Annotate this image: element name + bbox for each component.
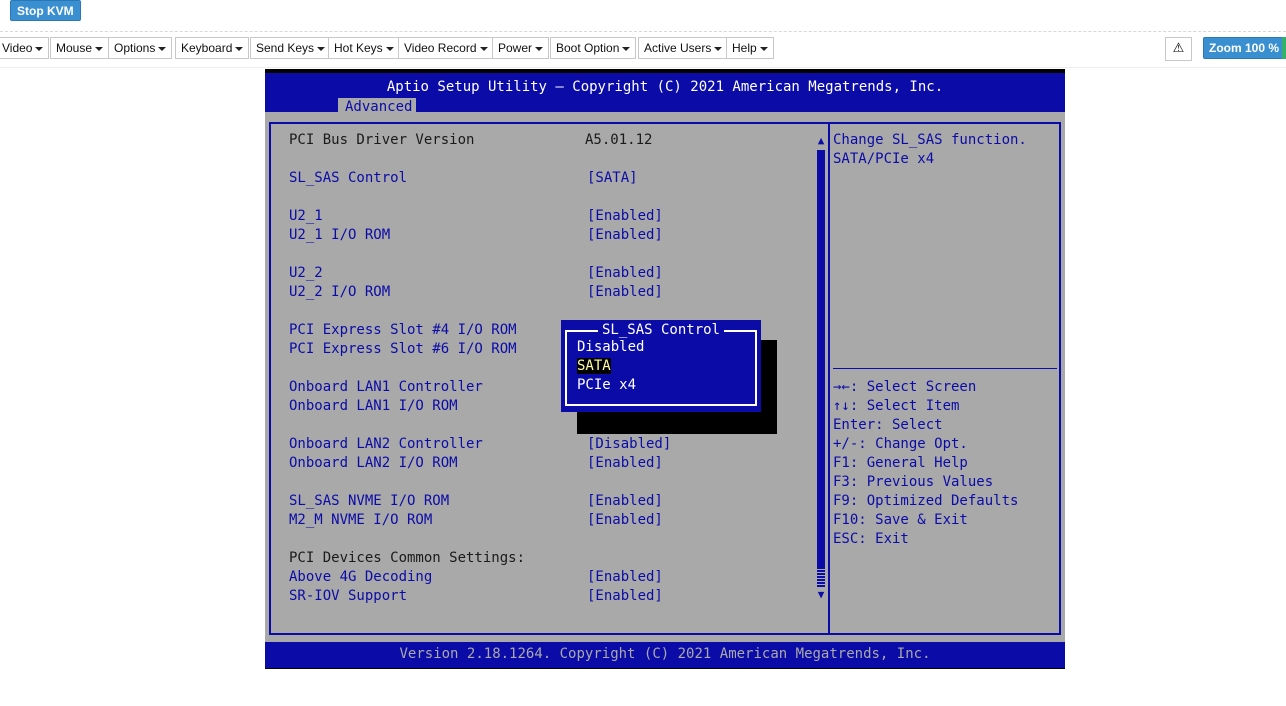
kvm-screen[interactable]: Aptio Setup Utility – Copyright (C) 2021… bbox=[265, 69, 1065, 669]
key-help-item: +/-: Change Opt. bbox=[833, 436, 968, 452]
setting-label[interactable]: Above 4G Decoding bbox=[289, 568, 432, 587]
chevron-down-icon bbox=[479, 46, 488, 51]
key-help-item: F9: Optimized Defaults bbox=[833, 493, 1019, 509]
help-divider bbox=[833, 368, 1057, 369]
popup-option-label: SATA bbox=[577, 358, 611, 374]
chevron-down-icon bbox=[714, 46, 723, 51]
setting-value[interactable]: [Disabled] bbox=[587, 435, 671, 454]
setting-value[interactable]: [Enabled] bbox=[587, 264, 663, 283]
popup-option-pcie-x4[interactable]: PCIe x4 bbox=[577, 376, 636, 395]
setting-value: A5.01.12 bbox=[585, 132, 653, 148]
setting-label[interactable]: PCI Express Slot #4 I/O ROM bbox=[289, 321, 517, 340]
toolbar-bottom-divider bbox=[0, 67, 1286, 68]
setting-value[interactable]: [Enabled] bbox=[587, 568, 663, 587]
chevron-down-icon bbox=[622, 46, 631, 51]
menu-active-users[interactable]: Active Users bbox=[638, 37, 729, 59]
popup-option-label: Disabled bbox=[577, 339, 645, 355]
setting-label[interactable]: Onboard LAN2 Controller bbox=[289, 435, 483, 454]
section-heading: PCI Devices Common Settings: bbox=[289, 550, 526, 566]
menu-mouse-label: Mouse bbox=[56, 41, 93, 55]
key-help-item: F10: Save & Exit bbox=[833, 512, 968, 528]
menu-boot-option[interactable]: Boot Option bbox=[550, 37, 637, 59]
menu-options-label: Options bbox=[114, 41, 156, 55]
chevron-down-icon bbox=[317, 46, 326, 51]
key-help-item: →←: Select Screen bbox=[833, 379, 977, 395]
menu-power-label: Power bbox=[498, 41, 533, 55]
chevron-down-icon bbox=[235, 46, 244, 51]
setting-label[interactable]: Onboard LAN2 I/O ROM bbox=[289, 454, 458, 473]
bios-body: PCI Bus Driver Version A5.01.12 SL_SAS C… bbox=[265, 112, 1065, 642]
setting-label[interactable]: Onboard LAN1 I/O ROM bbox=[289, 397, 458, 416]
warning-button[interactable]: ⚠ bbox=[1165, 37, 1192, 61]
setting-value[interactable]: [Enabled] bbox=[587, 207, 663, 226]
setting-label[interactable]: U2_1 I/O ROM bbox=[289, 226, 390, 245]
menu-video-label: Video bbox=[2, 41, 33, 55]
chevron-down-icon bbox=[35, 46, 44, 51]
extra-toolbar-button[interactable] bbox=[1282, 37, 1286, 59]
menu-boot-option-label: Boot Option bbox=[556, 41, 620, 55]
popup-option-label: PCIe x4 bbox=[577, 377, 637, 393]
setting-label[interactable]: SL_SAS Control bbox=[289, 169, 407, 188]
setting-value[interactable]: [Enabled] bbox=[587, 492, 663, 511]
setting-value[interactable]: [Enabled] bbox=[587, 587, 663, 606]
chevron-down-icon bbox=[385, 46, 394, 51]
popup-option-sata[interactable]: SATA bbox=[577, 357, 611, 376]
key-help-item: Enter: Select bbox=[833, 417, 943, 433]
bios-header: Aptio Setup Utility – Copyright (C) 2021… bbox=[265, 73, 1065, 117]
setting-label[interactable]: Onboard LAN1 Controller bbox=[289, 378, 483, 397]
menu-keyboard[interactable]: Keyboard bbox=[175, 37, 250, 59]
setting-label[interactable]: U2_2 bbox=[289, 264, 323, 283]
chevron-down-icon bbox=[535, 46, 544, 51]
setting-value[interactable]: [SATA] bbox=[587, 169, 638, 188]
menu-help[interactable]: Help bbox=[726, 37, 774, 59]
setting-label[interactable]: SR-IOV Support bbox=[289, 587, 407, 606]
menu-power[interactable]: Power bbox=[492, 37, 550, 59]
scrollbar-track[interactable] bbox=[817, 150, 825, 567]
key-help-item: F1: General Help bbox=[833, 455, 968, 471]
zoom-button[interactable]: Zoom 100 % bbox=[1203, 37, 1286, 59]
scroll-down-arrow-icon[interactable]: ▼ bbox=[815, 588, 827, 602]
setting-label[interactable]: PCI Express Slot #6 I/O ROM bbox=[289, 340, 517, 359]
menu-send-keys-label: Send Keys bbox=[256, 41, 315, 55]
stop-kvm-button[interactable]: Stop KVM bbox=[10, 0, 81, 21]
bios-title: Aptio Setup Utility – Copyright (C) 2021… bbox=[386, 79, 944, 95]
setting-value[interactable]: [Enabled] bbox=[587, 283, 663, 302]
scrollbar-thumb[interactable] bbox=[817, 567, 825, 587]
key-help-item: F3: Previous Values bbox=[833, 474, 994, 490]
menu-active-users-label: Active Users bbox=[644, 41, 712, 55]
menu-hot-keys[interactable]: Hot Keys bbox=[328, 37, 400, 59]
setting-value[interactable]: [Enabled] bbox=[587, 226, 663, 245]
menu-video-record-label: Video Record bbox=[404, 41, 477, 55]
menu-help-label: Help bbox=[732, 41, 757, 55]
menu-mouse[interactable]: Mouse bbox=[50, 37, 110, 59]
help-description: Change SL_SAS function. bbox=[833, 132, 1027, 148]
setting-label: PCI Bus Driver Version bbox=[289, 132, 475, 148]
key-help-item: ↑↓: Select Item bbox=[833, 398, 960, 414]
menu-options[interactable]: Options bbox=[108, 37, 173, 59]
menu-send-keys[interactable]: Send Keys bbox=[250, 37, 332, 59]
setting-value[interactable]: [Enabled] bbox=[587, 454, 663, 473]
setting-label[interactable]: U2_1 bbox=[289, 207, 323, 226]
menu-keyboard-label: Keyboard bbox=[181, 41, 233, 55]
toolbar-divider bbox=[0, 31, 1286, 32]
sl-sas-control-popup[interactable]: SL_SAS Control Disabled SATA PCIe x4 bbox=[561, 320, 761, 412]
popup-option-disabled[interactable]: Disabled bbox=[577, 338, 644, 357]
help-description: SATA/PCIe x4 bbox=[833, 151, 935, 167]
key-help-item: ESC: Exit bbox=[833, 531, 909, 547]
menu-video[interactable]: Video bbox=[0, 37, 50, 59]
bios-footer: Version 2.18.1264. Copyright (C) 2021 Am… bbox=[265, 642, 1065, 668]
warning-icon: ⚠ bbox=[1172, 41, 1185, 56]
setting-value[interactable]: [Enabled] bbox=[587, 511, 663, 530]
setting-label[interactable]: M2_M NVME I/O ROM bbox=[289, 511, 432, 530]
popup-title: SL_SAS Control bbox=[561, 321, 761, 339]
chevron-down-icon bbox=[95, 46, 104, 51]
setting-label[interactable]: SL_SAS NVME I/O ROM bbox=[289, 492, 449, 511]
chevron-down-icon bbox=[158, 46, 167, 51]
popup-title-text: SL_SAS Control bbox=[597, 322, 724, 338]
menu-video-record[interactable]: Video Record bbox=[398, 37, 494, 59]
setting-label[interactable]: U2_2 I/O ROM bbox=[289, 283, 390, 302]
chevron-down-icon bbox=[759, 46, 768, 51]
menu-hot-keys-label: Hot Keys bbox=[334, 41, 383, 55]
scroll-up-arrow-icon[interactable]: ▲ bbox=[815, 134, 827, 148]
